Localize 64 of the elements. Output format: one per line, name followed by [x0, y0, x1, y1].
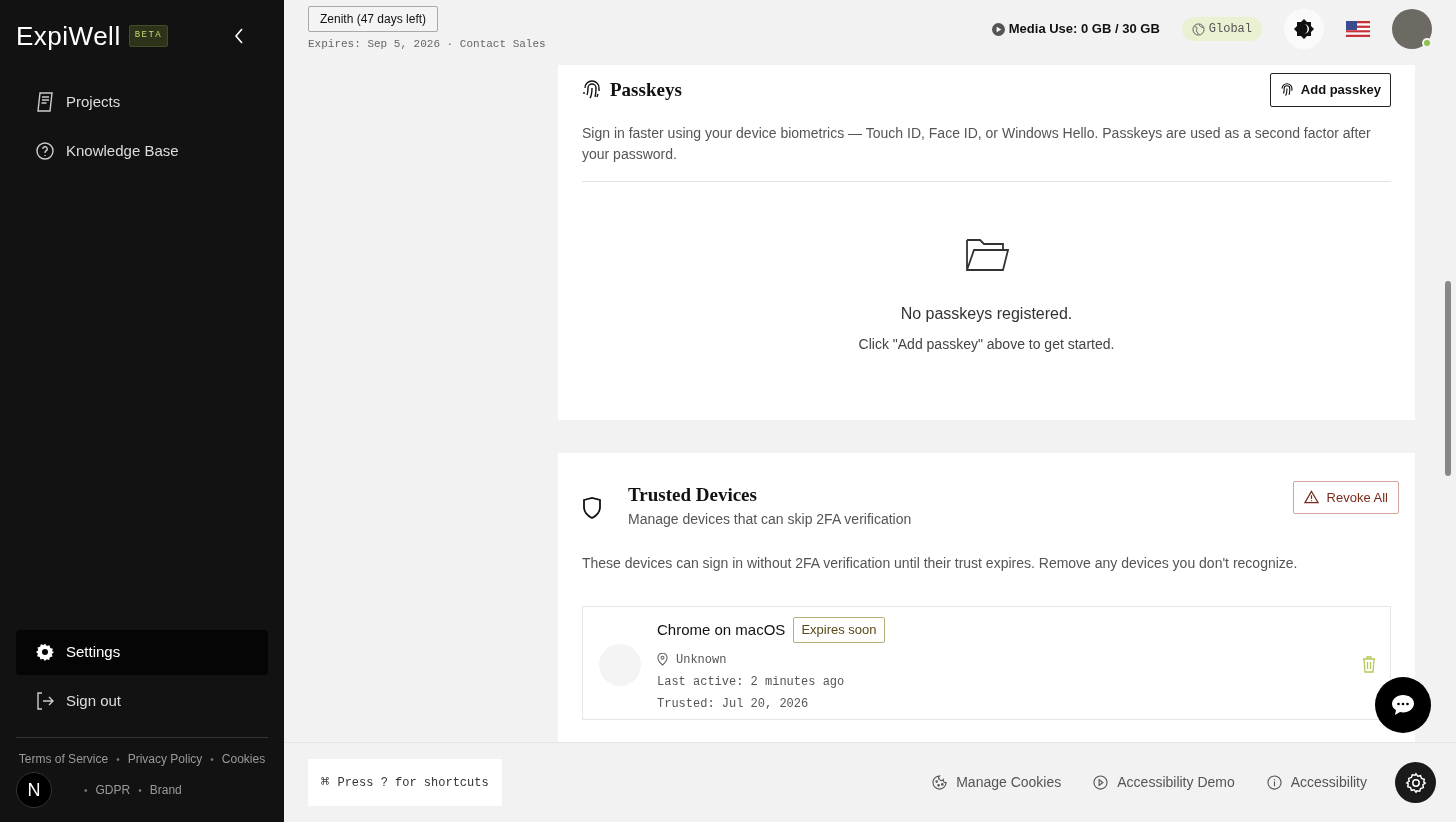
footer-link[interactable]: Manage Cookies	[932, 772, 1062, 793]
flag-icon[interactable]	[1346, 21, 1370, 37]
device-name: Chrome on macOS	[657, 619, 786, 640]
empty-title: No passkeys registered.	[900, 304, 1073, 324]
revoke-all-button[interactable]: Revoke All	[1292, 480, 1399, 515]
separator-dot: •	[210, 752, 214, 767]
settings-button[interactable]	[1395, 762, 1436, 803]
sidebar-item[interactable]: Sign out	[16, 678, 268, 723]
shield-icon	[582, 496, 602, 519]
cookie-icon	[932, 775, 948, 790]
plan-button[interactable]: Zenith (47 days left)	[308, 5, 439, 32]
beta-badge: BETA	[128, 25, 169, 47]
footer-link[interactable]: GDPR	[95, 781, 131, 799]
help-icon	[36, 141, 54, 160]
footer-link[interactable]: Privacy Policy	[127, 750, 203, 768]
settings-icon	[1404, 771, 1427, 794]
sign-out-icon	[36, 691, 54, 710]
section-description: These devices can sign in without 2FA verification until their trust expires. Remove any devices you don't recognize.	[581, 554, 1299, 574]
info-icon	[1266, 775, 1282, 790]
gear-icon	[36, 643, 54, 662]
separator-dot: •	[84, 783, 88, 798]
section-title: Trusted Devices	[628, 482, 758, 507]
footer-link[interactable]: Accessibility	[1266, 772, 1367, 793]
plan-expiry: Expires: Sep 5, 2026 · Contact Sales	[308, 36, 546, 52]
user-avatar[interactable]: N	[16, 772, 52, 808]
document-icon	[36, 92, 54, 113]
globe-icon	[1191, 22, 1205, 36]
shortcut-hint: ⌘ Press ? for shortcuts	[308, 759, 502, 806]
play-icon	[1093, 775, 1109, 790]
separator-dot: •	[138, 783, 142, 798]
logo: ExpiWell	[16, 19, 121, 53]
fingerprint-icon	[582, 80, 602, 100]
theme-toggle[interactable]	[1284, 9, 1324, 49]
sidebar-item[interactable]: Knowledge Base	[16, 128, 268, 173]
theme-icon	[1294, 19, 1314, 39]
command-icon: ⌘	[321, 772, 330, 793]
warning-icon	[1303, 490, 1319, 505]
section-subtitle: Manage devices that can skip 2FA verification	[628, 510, 912, 530]
online-indicator	[1422, 38, 1432, 48]
status-badge: Expires soon	[793, 617, 885, 643]
sidebar-item[interactable]: Projects	[16, 80, 268, 125]
collapse-icon[interactable]	[234, 28, 244, 44]
device-location: Unknown	[676, 651, 727, 669]
separator-dot: •	[116, 752, 120, 767]
media-use: Media Use: 0 GB / 30 GB	[1008, 20, 1160, 39]
user-avatar[interactable]	[1392, 9, 1432, 49]
empty-hint: Click "Add passkey" above to get started.	[858, 335, 1115, 354]
footer-link[interactable]: Terms of Service	[18, 750, 109, 768]
fingerprint-icon	[1279, 83, 1294, 97]
play-icon	[991, 22, 1005, 36]
footer-link[interactable]: Cookies	[221, 750, 266, 768]
folder-icon	[964, 238, 1009, 272]
location-pin-icon	[657, 653, 668, 667]
section-title: Passkeys	[610, 77, 682, 102]
chat-icon	[1391, 694, 1415, 716]
sidebar-item[interactable]: Settings	[16, 630, 268, 675]
region-badge[interactable]: Global	[1181, 17, 1262, 41]
footer-link[interactable]: Accessibility Demo	[1093, 772, 1235, 793]
footer-link[interactable]: Brand	[149, 781, 182, 799]
trusted-date: Trusted: Jul 20, 2026	[657, 695, 810, 713]
add-passkey-button[interactable]: Add passkey	[1269, 73, 1391, 107]
scrollbar-thumb[interactable]	[1445, 281, 1451, 476]
section-description: Sign in faster using your device biometrics — Touch ID, Face ID, or Windows Hello. Passkeys are used as a second factor after your password.	[582, 123, 1391, 182]
last-active: Last active: 2 minutes ago	[657, 673, 846, 691]
